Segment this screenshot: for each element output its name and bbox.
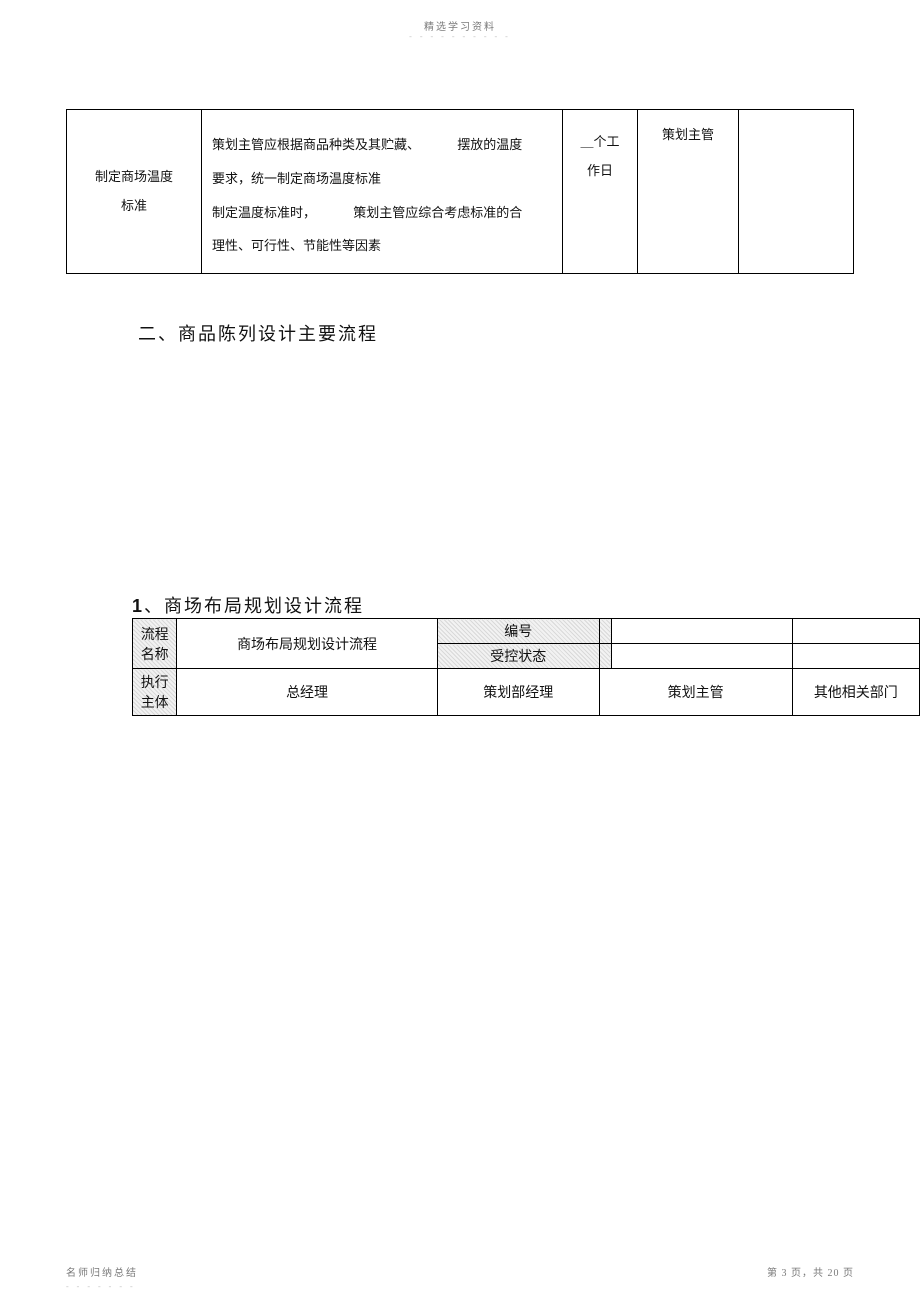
t2-left-label-1: 流程 名称 — [133, 619, 177, 669]
t2-thin-2 — [599, 644, 611, 669]
t1-p1b: 摆放的温度 — [457, 128, 522, 162]
t1-p1: 策划主管应根据商品种类及其贮藏、 摆放的温度 — [212, 128, 552, 162]
t2-thin-1 — [599, 619, 611, 644]
page-header-dashes: - - - - - - - - - - — [0, 32, 920, 41]
subsection-sep: 、 — [144, 596, 164, 616]
section-heading-2: 二、商品陈列设计主要流程 — [138, 320, 378, 346]
footer-left: 名师归纳总结 — [66, 1264, 138, 1279]
footer-right: 第 3 页，共 20 页 — [767, 1264, 854, 1279]
subsection-heading-1: 1、商场布局规划设计流程 — [132, 592, 364, 618]
t1-rowlabel-line2: 标准 — [77, 192, 191, 221]
page: 精选学习资料 - - - - - - - - - - 制定商场温度 标准 策划主… — [0, 0, 920, 1303]
t1-p3b: 策划主管应综合考虑标准的合 — [353, 196, 522, 230]
t1-rowlabel-line1: 制定商场温度 — [77, 163, 191, 192]
t2-left-label-2a: 执行 — [133, 672, 176, 692]
footer-left-dashes: - - - - - - - — [66, 1282, 136, 1291]
t2-end — [792, 619, 919, 644]
page-header-label: 精选学习资料 — [0, 18, 920, 33]
t2-end-2 — [792, 644, 919, 669]
t2-party-3: 策划主管 — [599, 669, 792, 716]
t2-process-name: 商场布局规划设计流程 — [177, 619, 437, 669]
t2-left-label-1a: 流程 — [133, 624, 176, 644]
t2-state-value — [611, 644, 792, 669]
table-layout-process: 流程 名称 商场布局规划设计流程 编号 受控状态 执行 主体 总经理 策划部经理… — [132, 618, 920, 716]
t1-rowlabel: 制定商场温度 标准 — [67, 110, 202, 274]
t2-code-value — [611, 619, 792, 644]
t2-left-label-1b: 名称 — [133, 644, 176, 664]
t2-state-label: 受控状态 — [437, 644, 599, 669]
t1-time-line1: ＿个工 — [573, 128, 627, 157]
t1-responsible: 策划主管 — [638, 110, 739, 274]
t2-party-1: 总经理 — [177, 669, 437, 716]
t2-left-label-2: 执行 主体 — [133, 669, 177, 716]
subsection-text: 商场布局规划设计流程 — [164, 596, 364, 616]
t1-p4: 理性、可行性、节能性等因素 — [212, 229, 552, 263]
t1-p2: 要求，统一制定商场温度标准 — [212, 162, 552, 196]
table-temperature-standard: 制定商场温度 标准 策划主管应根据商品种类及其贮藏、 摆放的温度 要求，统一制定… — [66, 109, 854, 274]
t2-code-label: 编号 — [437, 619, 599, 644]
t2-left-label-2b: 主体 — [133, 692, 176, 712]
t1-time-line2: 作日 — [573, 157, 627, 186]
t1-content: 策划主管应根据商品种类及其贮藏、 摆放的温度 要求，统一制定商场温度标准 制定温… — [202, 110, 563, 274]
t1-time: ＿个工 作日 — [563, 110, 638, 274]
t2-party-2: 策划部经理 — [437, 669, 599, 716]
t2-party-4: 其他相关部门 — [792, 669, 919, 716]
t1-empty — [739, 110, 854, 274]
t1-p1a: 策划主管应根据商品种类及其贮藏、 — [212, 137, 420, 152]
t1-p3a: 制定温度标准时， — [212, 205, 316, 220]
subsection-number: 1 — [132, 596, 144, 616]
t1-p3: 制定温度标准时， 策划主管应综合考虑标准的合 — [212, 196, 552, 230]
